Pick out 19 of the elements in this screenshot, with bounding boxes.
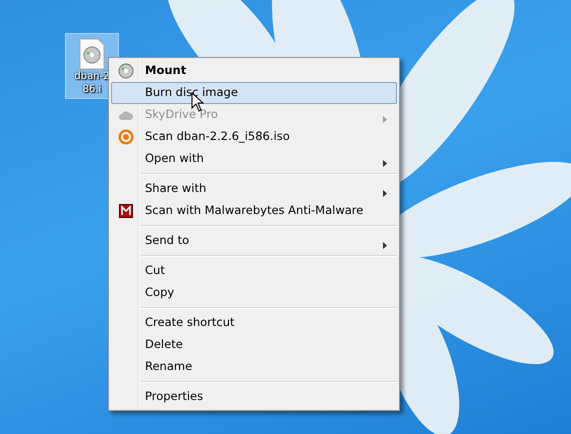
disc-file-icon xyxy=(79,38,105,70)
menu-item[interactable]: Cut xyxy=(111,260,397,282)
menu-item[interactable]: Scan dban-2.2.6_i586.iso xyxy=(111,126,397,148)
menu-item[interactable]: Send to xyxy=(111,230,397,252)
scan-icon xyxy=(118,129,134,145)
cloud-icon xyxy=(118,110,134,120)
disc-icon xyxy=(118,63,134,79)
menu-item[interactable]: Create shortcut xyxy=(111,312,397,334)
menu-item[interactable]: Copy xyxy=(111,282,397,304)
file-name-label: dban-2 xyxy=(74,70,110,83)
menu-item[interactable]: Properties xyxy=(111,386,397,408)
menu-item[interactable]: Delete xyxy=(111,334,397,356)
malware-scanner-icon xyxy=(119,204,133,218)
menu-item[interactable]: Rename xyxy=(111,356,397,378)
menu-item[interactable]: Scan with Malwarebytes Anti-Malware xyxy=(111,200,397,222)
menu-item[interactable]: Open with xyxy=(111,148,397,170)
menu-item[interactable]: Burn disc image xyxy=(111,82,397,104)
file-name-label: 86.i xyxy=(82,83,102,96)
menu-item[interactable]: Share with xyxy=(111,178,397,200)
